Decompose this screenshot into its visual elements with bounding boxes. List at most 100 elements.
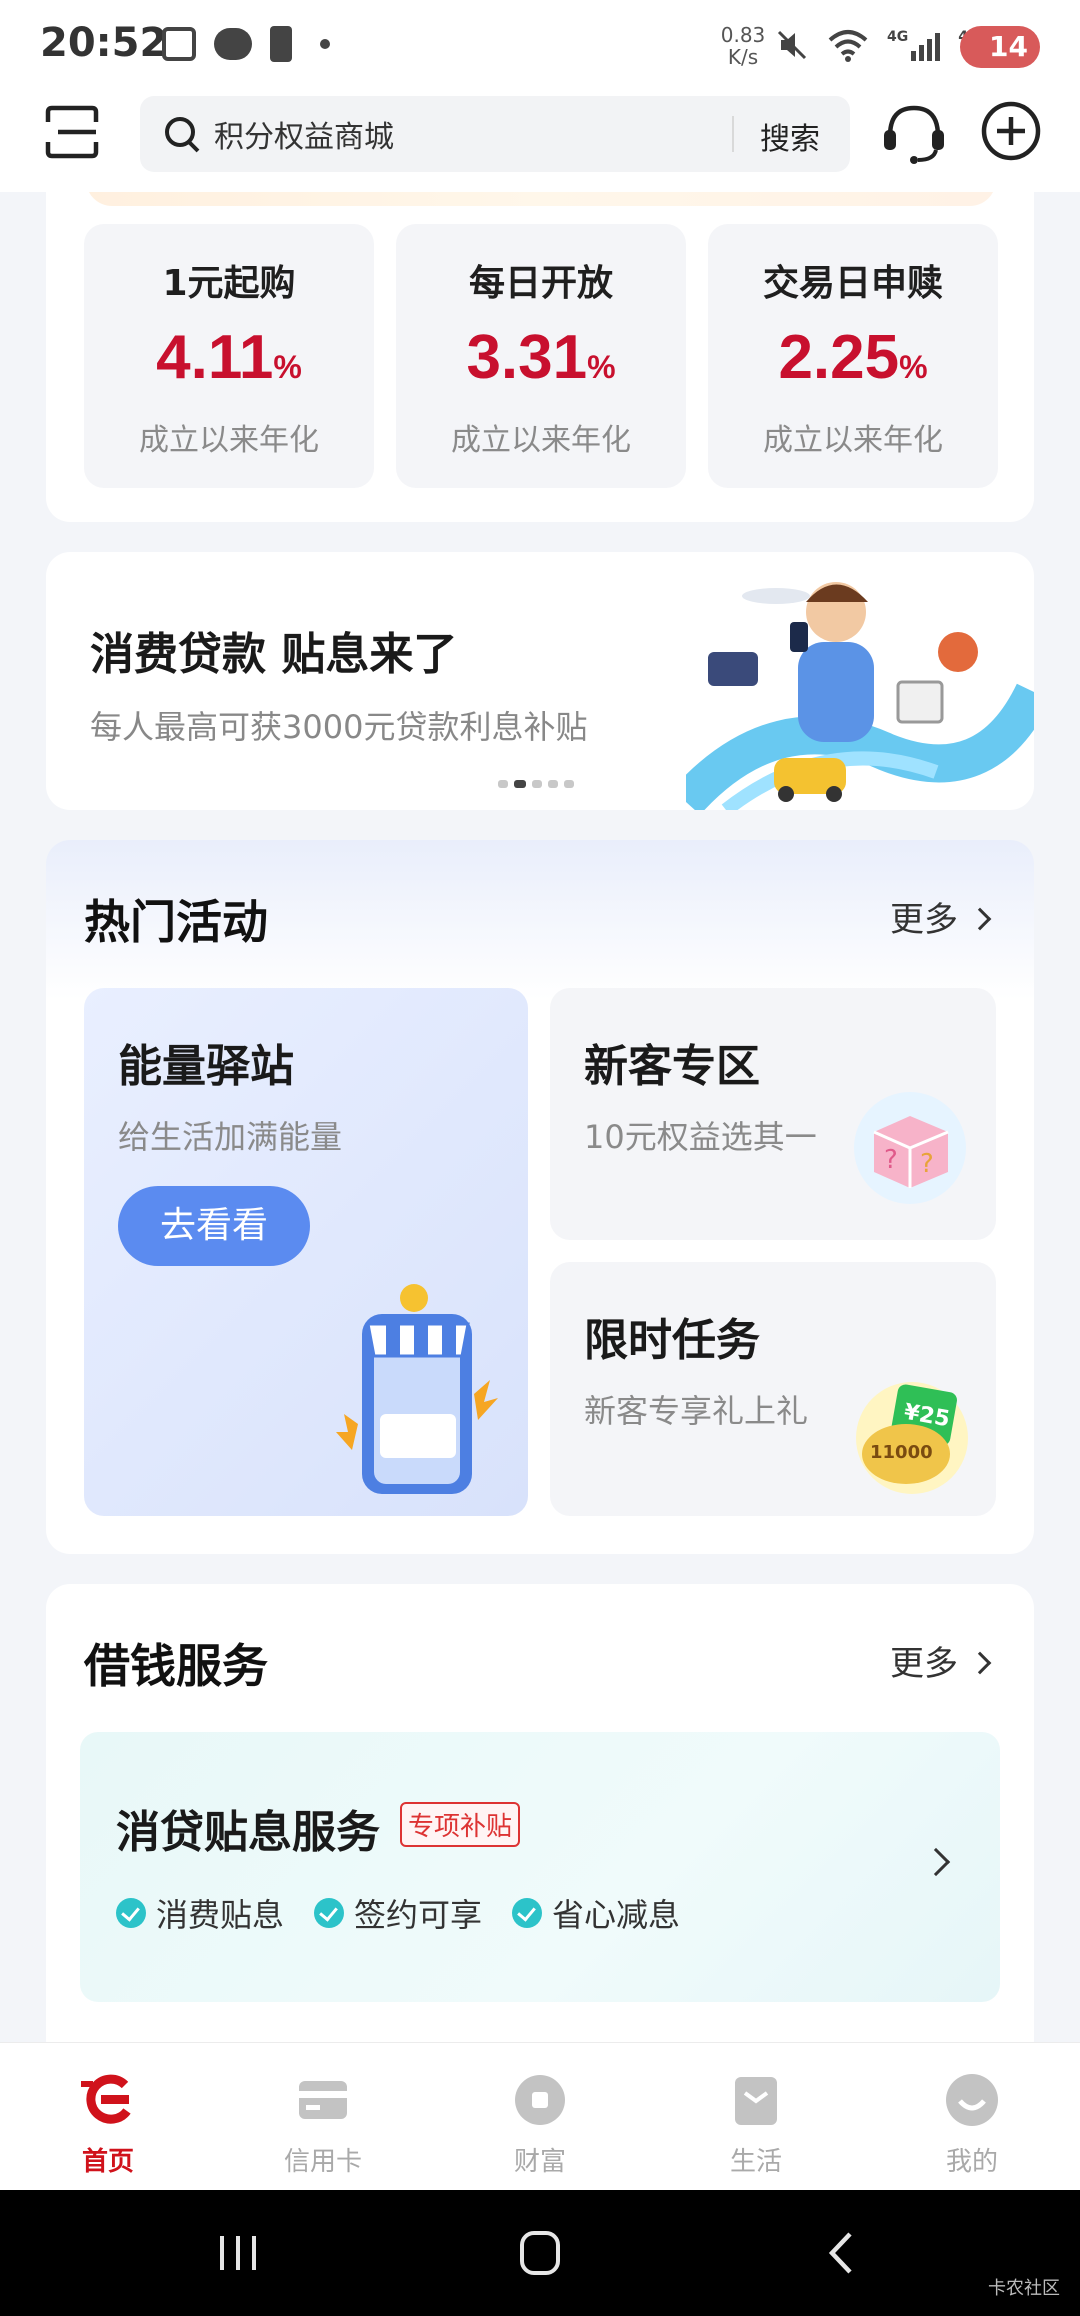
customer-service-icon[interactable] [880,100,948,168]
hot-activities-section: 热门活动 更多 能量驿站 给生活加满能量 去看看 新客专区 10元权益选其一 ?… [46,840,1034,1554]
wealth-icon [515,2075,565,2125]
fund-rate: 3.31% [396,324,686,401]
fund-rate: 4.11% [84,324,374,401]
banner-title: 消费贷款 贴息来了 [90,629,458,680]
search-bar[interactable]: 积分权益商城 搜索 [140,96,850,172]
loan-service-section: 借钱服务 更多 消贷贴息服务 专项补贴 消费贴息 签约可享 省心减息 [46,1584,1034,2042]
banner-subtitle: 每人最高可获3000元贷款利息补贴 [90,708,588,746]
home-content[interactable]: 1元起购 4.11% 成立以来年化 每日开放 3.31% 成立以来年化 交易日申… [0,192,1080,2042]
status-time: 20:52 [40,20,168,66]
tab-credit-card[interactable]: 信用卡 [253,2071,393,2178]
tab-life[interactable]: 生活 [686,2071,826,2178]
search-input[interactable]: 积分权益商城 [214,112,394,156]
loan-feature-label: 签约可享 [354,1896,483,1934]
banner-dot [498,780,508,788]
loan-feature: 省心减息 [512,1890,680,1936]
back-icon[interactable] [814,2230,874,2276]
tile-title: 新客专区 [584,1041,760,1092]
shopping-bag-icon [735,2077,777,2125]
search-divider [732,116,734,152]
tab-label: 信用卡 [283,2147,362,2177]
scan-icon[interactable] [44,104,100,160]
tab-home[interactable]: 首页 [38,2071,178,2178]
loan-more-link[interactable]: 更多 [890,1636,992,1685]
tile-subtitle: 新客专享礼上礼 [584,1392,809,1430]
check-icon [512,1898,543,1928]
loan-feature-label: 省心减息 [552,1896,681,1934]
home-button-icon[interactable] [510,2230,570,2276]
search-button[interactable]: 搜索 [760,114,820,158]
phone-store-icon [336,1284,498,1494]
go-see-button[interactable]: 去看看 [118,1186,310,1266]
banner-dot [548,780,558,788]
network-speed: 0.83 K/s [718,24,768,68]
signal-1-label: 4G [887,29,909,45]
fund-card-top-edge [86,192,996,206]
hot-activities-title: 热门活动 [84,895,268,949]
add-icon[interactable] [980,100,1042,162]
svg-text:?: ? [884,1145,898,1175]
tile-title: 限时任务 [584,1315,760,1366]
search-icon [165,117,200,153]
fund-rate-value: 4.11 [156,323,274,392]
loan-service-title: 借钱服务 [84,1639,268,1693]
loan-card-title: 消贷贴息服务 [116,1807,380,1858]
more-notifications-icon [320,39,330,49]
loan-feature: 消费贴息 [116,1890,284,1936]
network-speed-unit: K/s [727,45,759,69]
recent-apps-icon[interactable] [208,2230,268,2276]
loan-feature-label: 消费贴息 [156,1896,285,1934]
fund-desc: 成立以来年化 [139,423,319,458]
fund-item-2[interactable]: 每日开放 3.31% 成立以来年化 [396,224,686,488]
tab-label: 财富 [513,2147,566,2177]
fund-rate-percent: % [273,349,302,385]
fund-item-3[interactable]: 交易日申赎 2.25% 成立以来年化 [708,224,998,488]
mystery-box-icon: ? ? [854,1092,966,1204]
home-logo-icon [81,2074,131,2124]
fund-rate: 2.25% [708,324,998,401]
chevron-right-icon [968,1651,992,1675]
fund-rate-percent: % [899,349,928,385]
tab-label: 首页 [81,2147,134,2177]
banner-dot [532,780,542,788]
network-speed-value: 0.83 [720,23,766,47]
fund-rate-percent: % [587,349,616,385]
fund-rate-value: 3.31 [466,323,588,392]
check-icon [116,1898,146,1928]
energy-station-tile[interactable]: 能量驿站 给生活加满能量 去看看 [84,988,528,1516]
new-customer-tile[interactable]: 新客专区 10元权益选其一 ? ? [550,988,996,1240]
status-bar: 20:52 0.83 K/s 4G 4G 14 [0,0,1080,96]
reward-coupon-icon: ¥25 11000 [856,1382,968,1494]
loan-more-label: 更多 [890,1644,958,1684]
wifi-icon [828,30,868,62]
credit-card-icon [299,2081,347,2119]
chevron-right-icon [921,1847,951,1877]
coupon-bottom-value: 11000 [870,1442,933,1463]
tile-subtitle: 给生活加满能量 [118,1118,343,1156]
hot-more-link[interactable]: 更多 [890,892,992,941]
hot-more-label: 更多 [890,900,958,940]
tab-mine[interactable]: 我的 [902,2071,1042,2178]
loan-feature: 签约可享 [314,1890,482,1936]
limited-task-tile[interactable]: 限时任务 新客专享礼上礼 ¥25 11000 [550,1262,996,1516]
fund-item-1[interactable]: 1元起购 4.11% 成立以来年化 [84,224,374,488]
signal-1-icon: 4G [887,29,941,61]
svg-text:?: ? [920,1149,934,1179]
bottom-tab-bar: 首页 信用卡 财富 生活 我的 [0,2042,1080,2190]
loan-features: 消费贴息 签约可享 省心减息 [116,1890,680,1936]
fund-desc: 成立以来年化 [763,423,943,458]
fund-title: 1元起购 [162,263,296,304]
special-subsidy-badge: 专项补贴 [400,1802,521,1847]
interest-subsidy-card[interactable]: 消贷贴息服务 专项补贴 消费贴息 签约可享 省心减息 [80,1732,1000,2002]
check-icon [314,1898,345,1928]
mute-icon [777,30,807,60]
tab-wealth[interactable]: 财富 [470,2071,610,2178]
fund-card: 1元起购 4.11% 成立以来年化 每日开放 3.31% 成立以来年化 交易日申… [46,192,1034,522]
promo-banner[interactable]: 消费贷款 贴息来了 每人最高可获3000元贷款利息补贴 [46,552,1034,810]
tab-label: 生活 [729,2147,782,2177]
banner-dot [564,780,574,788]
banner-dot-active [514,780,526,788]
fund-title: 交易日申赎 [762,263,943,304]
chevron-right-icon [968,907,992,931]
banner-illustration [686,582,1034,810]
